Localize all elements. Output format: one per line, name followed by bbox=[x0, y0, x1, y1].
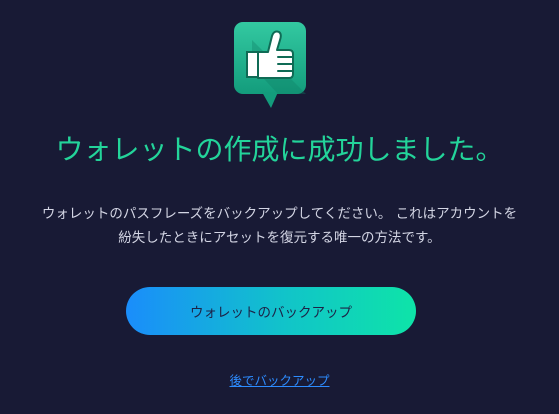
backup-description: ウォレットのパスフレーズをバックアップしてください。 これはアカウントを 紛失し… bbox=[10, 202, 549, 250]
backup-wallet-button[interactable]: ウォレットのバックアップ bbox=[126, 287, 416, 335]
description-line-1: ウォレットのパスフレーズをバックアップしてください。 これはアカウントを bbox=[41, 206, 518, 222]
thumbs-up-icon bbox=[234, 22, 306, 108]
page-title: ウォレットの作成に成功しました。 bbox=[55, 133, 504, 166]
later-link-wrap: 後でバックアップ bbox=[0, 372, 559, 390]
description-line-2: 紛失したときにアセットを復元する唯一の方法です。 bbox=[118, 230, 441, 246]
backup-later-link[interactable]: 後でバックアップ bbox=[229, 373, 329, 388]
